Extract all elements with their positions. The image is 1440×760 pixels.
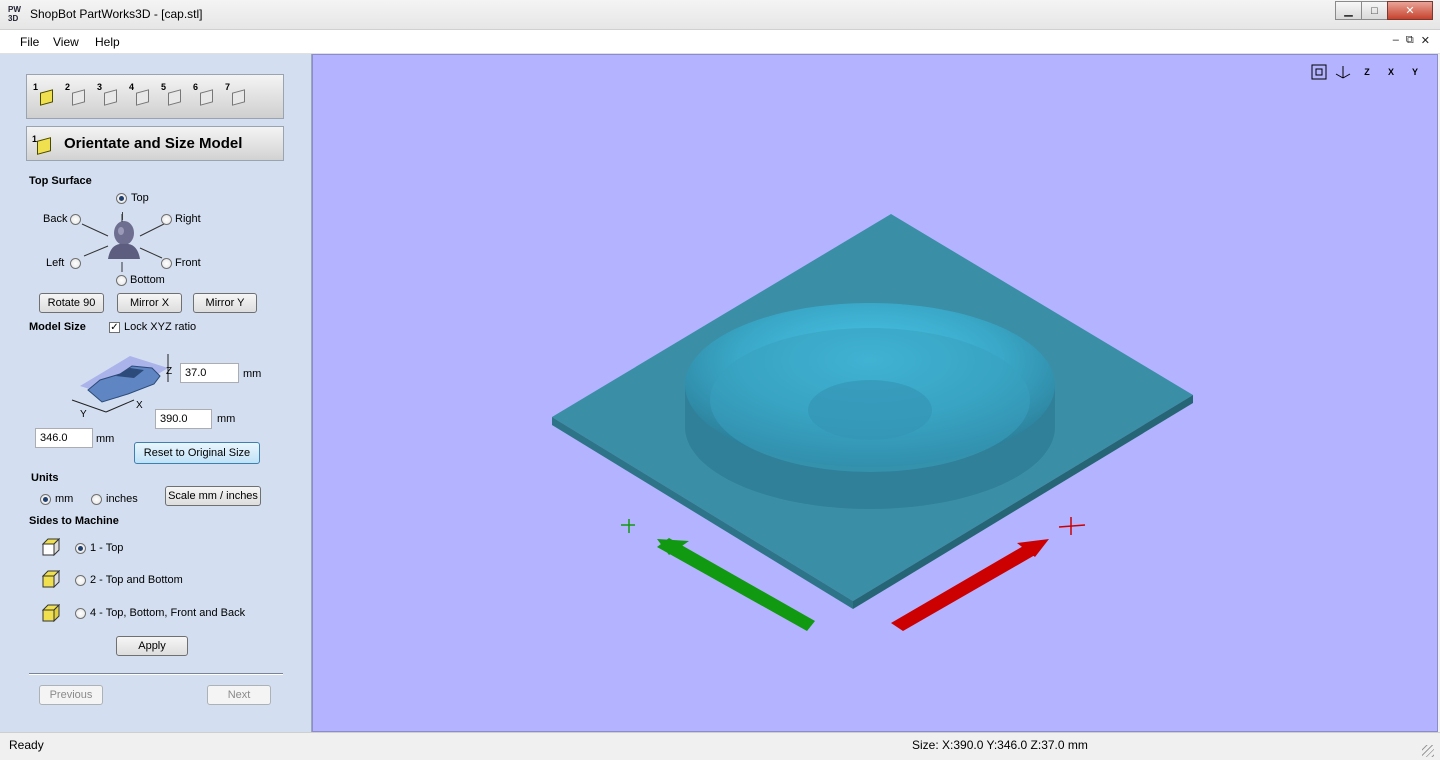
- next-button[interactable]: Next: [207, 685, 271, 705]
- apply-button[interactable]: Apply: [116, 636, 188, 656]
- sides-label: Sides to Machine: [29, 515, 119, 527]
- top-surface-label: Top Surface: [29, 175, 92, 187]
- menu-view[interactable]: View: [53, 35, 79, 49]
- step-5-button[interactable]: 5: [161, 82, 187, 110]
- magnify-cube-icon: [200, 89, 213, 106]
- step-6-button[interactable]: 6: [193, 82, 219, 110]
- step-title: Orientate and Size Model: [64, 135, 243, 152]
- close-icon: ✕: [1405, 5, 1415, 17]
- cube-top-bottom-icon: [42, 570, 60, 588]
- cube-four-sides-icon: [42, 604, 60, 622]
- label-back: Back: [43, 213, 68, 225]
- model-render: [552, 214, 1193, 631]
- label-top: Top: [131, 192, 149, 204]
- radio-front[interactable]: [161, 258, 172, 269]
- label-inches: inches: [106, 493, 138, 505]
- label-sides-2: 2 - Top and Bottom: [90, 574, 183, 586]
- label-mm: mm: [55, 493, 74, 505]
- lock-xyz-label: Lock XYZ ratio: [124, 321, 197, 333]
- y-size-input[interactable]: 346.0: [35, 428, 93, 448]
- previous-button[interactable]: Previous: [39, 685, 103, 705]
- axis-y-label: Y: [80, 409, 87, 420]
- menu-help[interactable]: Help: [95, 35, 120, 49]
- radio-sides-4[interactable]: [75, 608, 86, 619]
- step-1-button[interactable]: 1: [33, 82, 59, 110]
- menu-file[interactable]: File: [20, 35, 39, 49]
- radio-right[interactable]: [161, 214, 172, 225]
- resize-grip-icon[interactable]: [1422, 745, 1434, 757]
- reset-size-button[interactable]: Reset to Original Size: [134, 442, 260, 464]
- scale-units-button[interactable]: Scale mm / inches: [165, 486, 261, 506]
- rotate-90-button[interactable]: Rotate 90: [39, 293, 104, 313]
- cube-icon: [104, 89, 117, 106]
- mdi-close-button[interactable]: ✕: [1421, 34, 1430, 47]
- model-size-car-icon: [71, 354, 169, 413]
- label-left: Left: [46, 257, 65, 269]
- x-unit-label: mm: [217, 413, 236, 425]
- x-size-input[interactable]: 390.0: [155, 409, 212, 429]
- model-size-label: Model Size: [29, 321, 86, 333]
- units-label: Units: [31, 472, 59, 484]
- status-bar: Ready Size: X:390.0 Y:346.0 Z:37.0 mm: [0, 732, 1440, 760]
- orientation-spokes: [81, 214, 165, 272]
- maximize-icon: □: [1371, 4, 1378, 17]
- wizard-panel: 1 2 3 4 5 6 7 1 Orientate and Size Model…: [0, 54, 312, 732]
- cube-icon: [72, 89, 85, 106]
- step-4-button[interactable]: 4: [129, 82, 155, 110]
- 3d-viewport[interactable]: Z X Y: [312, 54, 1438, 732]
- label-sides-4: 4 - Top, Bottom, Front and Back: [90, 607, 246, 619]
- mdi-restore-button[interactable]: ⧉: [1406, 34, 1414, 47]
- cube-icon: [168, 89, 181, 106]
- menu-bar: File View Help – ⧉ ✕: [0, 30, 1440, 54]
- panel-divider: [29, 673, 283, 675]
- radio-top[interactable]: [116, 193, 127, 204]
- close-button[interactable]: ✕: [1387, 1, 1433, 20]
- radio-left[interactable]: [70, 258, 81, 269]
- z-size-input[interactable]: 37.0: [180, 363, 239, 383]
- label-right: Right: [175, 213, 201, 225]
- cube-icon: [136, 89, 149, 106]
- window-title: ShopBot PartWorks3D - [cap.stl]: [30, 7, 203, 21]
- cube-icon: [37, 137, 51, 155]
- status-text: Ready: [9, 738, 44, 752]
- label-sides-1: 1 - Top: [90, 542, 124, 554]
- cube-top-icon: [42, 538, 60, 556]
- mdi-minimize-button[interactable]: –: [1393, 34, 1399, 47]
- cube-icon: [40, 89, 53, 106]
- y-unit-label: mm: [96, 433, 115, 445]
- z-unit-label: mm: [243, 368, 262, 380]
- size-readout: Size: X:390.0 Y:346.0 Z:37.0 mm: [912, 738, 1088, 752]
- radio-inches[interactable]: [91, 494, 102, 505]
- radio-sides-1[interactable]: [75, 543, 86, 554]
- mirror-y-button[interactable]: Mirror Y: [193, 293, 257, 313]
- wizard-step-bar: 1 2 3 4 5 6 7: [26, 74, 284, 119]
- radio-bottom[interactable]: [116, 275, 127, 286]
- step-7-button[interactable]: 7: [225, 82, 251, 110]
- radio-back[interactable]: [70, 214, 81, 225]
- minimize-icon: ▁: [1344, 5, 1353, 17]
- app-icon: PW 3D: [8, 5, 21, 23]
- cube-icon: [232, 89, 245, 106]
- label-front: Front: [175, 257, 201, 269]
- title-bar: PW 3D ShopBot PartWorks3D - [cap.stl] ▁ □…: [0, 0, 1440, 30]
- maximize-button[interactable]: □: [1361, 1, 1388, 20]
- axis-z-label: Z: [166, 366, 173, 377]
- lock-xyz-checkbox[interactable]: ✓: [109, 322, 120, 333]
- radio-sides-2[interactable]: [75, 575, 86, 586]
- radio-mm[interactable]: [40, 494, 51, 505]
- axis-x-label: X: [136, 400, 143, 411]
- label-bottom: Bottom: [130, 274, 165, 286]
- step-3-button[interactable]: 3: [97, 82, 123, 110]
- minimize-button[interactable]: ▁: [1335, 1, 1362, 20]
- step-2-button[interactable]: 2: [65, 82, 91, 110]
- step-header: 1 Orientate and Size Model: [26, 126, 284, 161]
- mirror-x-button[interactable]: Mirror X: [117, 293, 182, 313]
